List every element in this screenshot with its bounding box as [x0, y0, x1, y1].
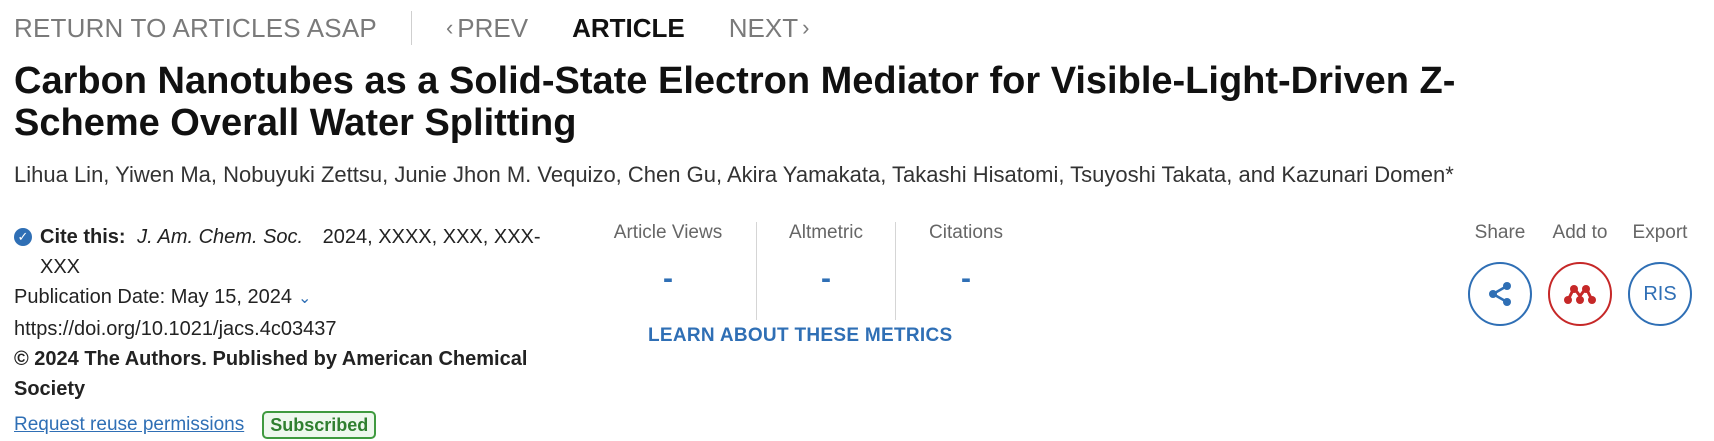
citation-info: ✓ Cite this: J. Am. Chem. Soc. 2024, XXX…	[14, 222, 554, 440]
journal-name: J. Am. Chem. Soc.	[137, 226, 304, 248]
next-link[interactable]: NEXT ›	[729, 13, 814, 44]
share-icon	[1489, 282, 1511, 306]
next-label: NEXT	[728, 12, 799, 43]
export-action: Export RIS	[1620, 222, 1700, 326]
cite-text: Cite this: J. Am. Chem. Soc. 2024, XXXX,…	[40, 222, 554, 282]
export-label: Export	[1632, 222, 1688, 243]
metric-citations: Citations -	[896, 222, 1036, 320]
mendeley-icon	[1564, 285, 1596, 304]
article-navigation: RETURN TO ARTICLES ASAP ‹ PREV ARTICLE N…	[14, 10, 813, 46]
cite-label: Cite this:	[40, 226, 126, 248]
metric-value: -	[961, 262, 971, 295]
metric-label: Citations	[929, 222, 1003, 243]
add-to-label: Add to	[1552, 222, 1608, 243]
metric-altmetric: Altmetric -	[757, 222, 896, 320]
learn-about-metrics-link[interactable]: LEARN ABOUT THESE METRICS	[648, 325, 952, 347]
add-to-mendeley-button[interactable]	[1548, 262, 1612, 326]
nav-divider	[410, 11, 412, 45]
cite-this-row: ✓ Cite this: J. Am. Chem. Soc. 2024, XXX…	[14, 222, 554, 282]
metric-value: -	[663, 262, 673, 295]
subscribed-badge: Subscribed	[262, 411, 377, 439]
ris-label: RIS	[1643, 282, 1677, 305]
author-list: Lihua Lin, Yiwen Ma, Nobuyuki Zettsu, Ju…	[14, 162, 1454, 187]
chevron-left-icon: ‹	[445, 15, 454, 40]
metric-article-views: Article Views -	[580, 222, 757, 320]
chevron-right-icon: ›	[802, 15, 810, 40]
article-metrics: Article Views - Altmetric - Citations -	[580, 222, 1036, 320]
metric-label: Article Views	[613, 222, 723, 243]
chevron-down-icon[interactable]: ⌄	[298, 290, 311, 307]
prev-link[interactable]: ‹ PREV	[442, 13, 528, 44]
request-reuse-permissions-link[interactable]: Request reuse permissions	[14, 410, 244, 440]
share-label: Share	[1474, 222, 1526, 243]
metric-value: -	[821, 262, 831, 295]
current-article-label: ARTICLE	[572, 12, 685, 43]
check-circle-icon: ✓	[14, 228, 32, 246]
share-button[interactable]	[1468, 262, 1532, 326]
copyright-notice: © 2024 The Authors. Published by America…	[14, 348, 528, 400]
publication-date: Publication Date: May 15, 2024	[14, 286, 292, 308]
share-action: Share	[1460, 222, 1540, 326]
add-to-action: Add to	[1540, 222, 1620, 326]
metric-label: Altmetric	[789, 222, 863, 243]
article-title: Carbon Nanotubes as a Solid-State Electr…	[14, 60, 1456, 144]
prev-label: PREV	[457, 12, 529, 43]
publication-date-row[interactable]: Publication Date: May 15, 2024 ⌄	[14, 282, 554, 314]
article-actions: Share Add to Export RIS	[1460, 222, 1700, 326]
doi-link[interactable]: https://doi.org/10.1021/jacs.4c03437	[14, 314, 554, 344]
return-to-articles-link[interactable]: RETURN TO ARTICLES ASAP	[14, 13, 377, 44]
export-ris-button[interactable]: RIS	[1628, 262, 1692, 326]
reuse-row: Request reuse permissions Subscribed	[14, 410, 554, 440]
